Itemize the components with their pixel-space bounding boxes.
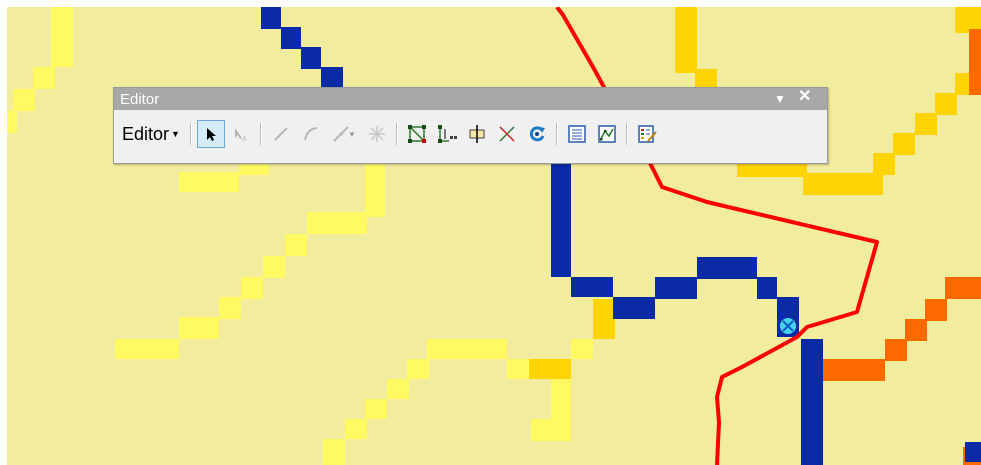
- editor-menu-label: Editor: [122, 123, 170, 144]
- toolbar-separator: [555, 123, 558, 145]
- edit-annotation-tool-icon: A: [234, 128, 247, 142]
- attributes-icon: [568, 125, 586, 143]
- point-tool-button[interactable]: [363, 120, 391, 148]
- toolbar-options-dropdown-icon[interactable]: ▼: [774, 91, 786, 107]
- edit-vertices-button[interactable]: [403, 120, 431, 148]
- sketch-properties-button[interactable]: [593, 120, 621, 148]
- toolbar-separator: [625, 123, 628, 145]
- svg-text:A: A: [242, 136, 247, 142]
- editor-toolbar[interactable]: Editor ▼ ✕ Editor ▼ A ▼: [113, 87, 828, 164]
- cut-polygons-button[interactable]: [463, 120, 491, 148]
- toolbar-separator: [189, 123, 192, 145]
- create-features-icon: [638, 125, 657, 143]
- map-background: [7, 7, 981, 465]
- rotate-tool-icon: [529, 126, 545, 142]
- chevron-down-icon: ▼: [347, 129, 356, 139]
- map-view[interactable]: [7, 7, 981, 465]
- attributes-button[interactable]: [563, 120, 591, 148]
- split-tool-button[interactable]: [493, 120, 521, 148]
- rotate-tool-button[interactable]: [523, 120, 551, 148]
- end-point-arc-button[interactable]: [297, 120, 325, 148]
- toolbar-title: Editor: [120, 90, 160, 108]
- chevron-down-icon: ▼: [171, 129, 180, 139]
- point-tool-icon: [368, 126, 385, 142]
- reshape-feature-icon: [437, 125, 457, 143]
- straight-segment-icon: [274, 127, 288, 141]
- end-point-arc-icon: [303, 127, 318, 141]
- toolbar-title-bar[interactable]: Editor ▼ ✕: [114, 88, 827, 110]
- straight-segment-button[interactable]: [267, 120, 295, 148]
- split-tool-icon: [499, 126, 515, 142]
- editor-menu-button[interactable]: Editor ▼: [120, 120, 186, 148]
- edit-annotation-tool-button[interactable]: A: [227, 120, 255, 148]
- trace-tool-button[interactable]: ▼: [327, 120, 361, 148]
- edit-vertices-icon: [407, 125, 426, 143]
- edit-tool-button[interactable]: [196, 120, 225, 148]
- toolbar-separator: [259, 123, 262, 145]
- reshape-feature-button[interactable]: [433, 120, 461, 148]
- sketch-properties-icon: [598, 125, 616, 143]
- selected-point-marker: [780, 318, 796, 334]
- create-features-button[interactable]: [633, 120, 661, 148]
- edit-tool-arrow-icon: [206, 128, 216, 141]
- close-icon[interactable]: ✕: [798, 89, 811, 105]
- toolbar-separator: [395, 123, 398, 145]
- cut-polygons-icon: [469, 125, 485, 143]
